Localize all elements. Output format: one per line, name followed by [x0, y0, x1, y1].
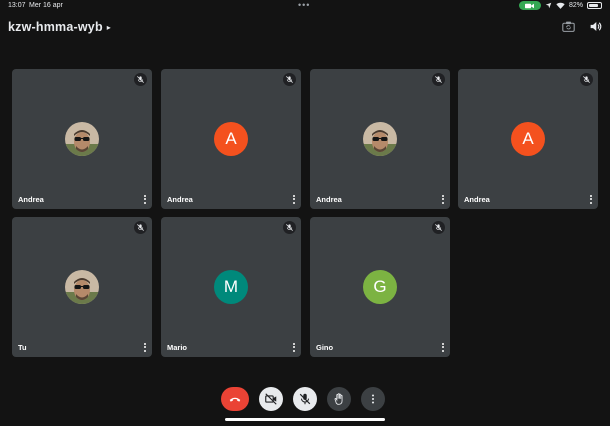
end-call-button[interactable]: [221, 387, 249, 411]
mic-off-icon: [432, 221, 445, 234]
more-vert-icon[interactable]: [142, 193, 148, 205]
avatar-initial: A: [214, 122, 248, 156]
more-vert-icon[interactable]: [588, 193, 594, 205]
mic-off-icon: [580, 73, 593, 86]
raise-hand-button[interactable]: [327, 387, 351, 411]
battery-icon: [587, 2, 602, 9]
participant-name: Andrea: [167, 195, 193, 204]
participant-name: Andrea: [18, 195, 44, 204]
speaker-icon: [590, 22, 602, 31]
multitasking-dots-icon[interactable]: •••: [298, 0, 310, 10]
mic-off-icon: [299, 393, 311, 405]
participant-name: Andrea: [464, 195, 490, 204]
participant-name: Tu: [18, 343, 27, 352]
avatar-photo: [65, 122, 99, 156]
status-right: 82%: [518, 1, 602, 10]
avatar-photo: [65, 270, 99, 304]
more-vert-icon[interactable]: [291, 341, 297, 353]
call-controls: [221, 387, 385, 411]
participant-tile[interactable]: A Andrea: [458, 69, 598, 209]
location-icon: [545, 2, 552, 9]
video-camera-icon: [525, 3, 535, 8]
avatar-initial: A: [511, 122, 545, 156]
battery-percent: 82%: [568, 2, 583, 9]
mic-toggle-button[interactable]: [293, 387, 317, 411]
call-end-icon: [229, 397, 241, 402]
mic-off-icon: [283, 73, 296, 86]
more-vert-icon[interactable]: [440, 193, 446, 205]
participant-name: Mario: [167, 343, 188, 352]
switch-camera-button[interactable]: [562, 20, 575, 33]
mic-off-icon: [283, 221, 296, 234]
chevron-right-icon: ▸: [106, 22, 111, 32]
more-vert-icon[interactable]: [291, 193, 297, 205]
speaker-button[interactable]: [589, 20, 602, 33]
camera-in-use-indicator: [518, 1, 541, 10]
videocam-off-icon: [265, 393, 277, 405]
header-actions: [562, 20, 602, 33]
more-options-button[interactable]: [361, 387, 385, 411]
status-date: Mer 16 apr: [29, 2, 63, 9]
more-vert-icon: [371, 394, 375, 404]
participant-tile[interactable]: G Gino: [310, 217, 450, 357]
more-vert-icon[interactable]: [142, 341, 148, 353]
camera-toggle-button[interactable]: [259, 387, 283, 411]
status-time: 13:07: [8, 2, 26, 9]
avatar-photo: [363, 122, 397, 156]
participant-tile-self[interactable]: Tu: [12, 217, 152, 357]
meeting-info-button[interactable]: kzw-hmma-wyb ▸: [8, 19, 111, 35]
meeting-code: kzw-hmma-wyb: [8, 20, 103, 34]
more-vert-icon[interactable]: [440, 341, 446, 353]
participant-tile[interactable]: Andrea: [310, 69, 450, 209]
mic-off-icon: [432, 73, 445, 86]
avatar-initial: G: [363, 270, 397, 304]
participant-tile[interactable]: A Andrea: [161, 69, 301, 209]
mic-off-icon: [134, 73, 147, 86]
status-bar: 13:07 Mer 16 apr ••• 82%: [0, 0, 610, 12]
participant-tile[interactable]: Andrea: [12, 69, 152, 209]
switch-camera-icon: [562, 21, 575, 32]
participant-tile[interactable]: M Mario: [161, 217, 301, 357]
participant-name: Andrea: [316, 195, 342, 204]
battery-fill: [589, 4, 599, 7]
home-indicator[interactable]: [225, 418, 385, 421]
raise-hand-icon: [334, 393, 343, 405]
participant-name: Gino: [316, 343, 334, 352]
avatar-initial: M: [214, 270, 248, 304]
wifi-icon: [556, 2, 565, 9]
mic-off-icon: [134, 221, 147, 234]
